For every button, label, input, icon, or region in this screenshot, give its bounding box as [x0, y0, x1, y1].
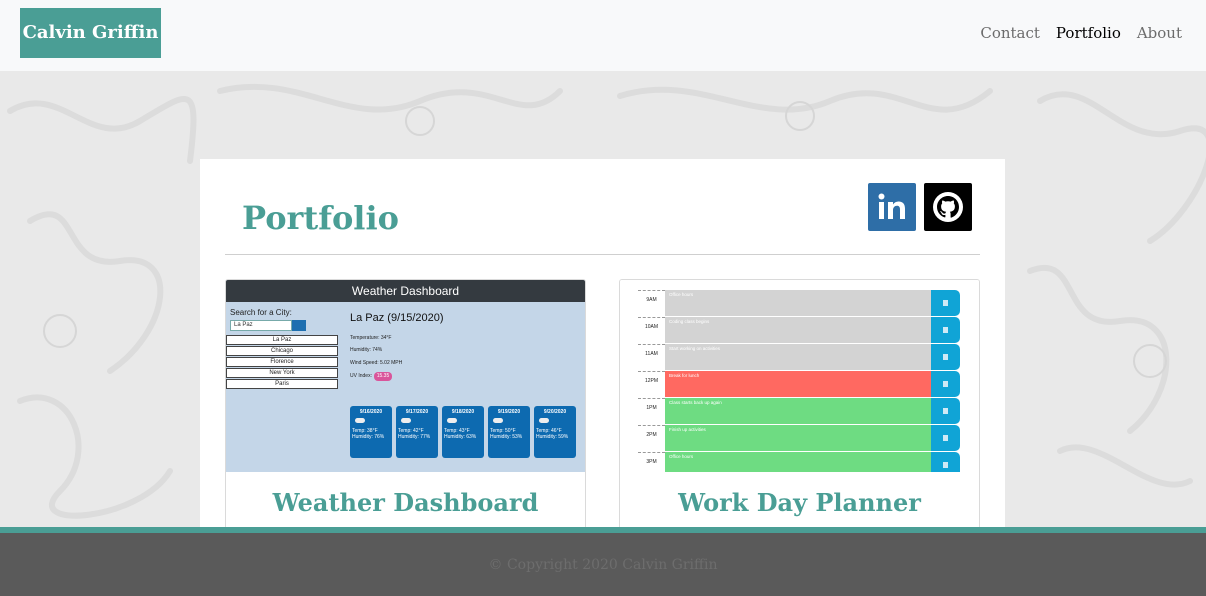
weather-dashboard-screenshot[interactable]: Weather Dashboard Search for a City: La … — [226, 280, 585, 472]
cloud-icon — [401, 418, 411, 423]
linkedin-button[interactable] — [868, 183, 916, 231]
github-button[interactable] — [924, 183, 972, 231]
thumb-city-item: Chicago — [226, 346, 338, 356]
forecast-humidity: Humidity: 76% — [352, 434, 385, 440]
nav-link-contact[interactable]: Contact — [980, 24, 1040, 42]
thumb-forecast-day: 9/17/2020 Temp: 42°F Humidity: 77% — [396, 406, 438, 458]
save-icon — [931, 452, 960, 472]
thumb-header: Weather Dashboard — [226, 280, 585, 302]
thumb-stat: Temperature: 34°F — [350, 335, 392, 341]
planner-task: Coding class begins — [665, 317, 931, 343]
planner-row: 11AM Start working on activities — [638, 344, 960, 370]
footer: © Copyright 2020 Calvin Griffin — [0, 533, 1206, 596]
planner-task: Finish up activities — [665, 425, 931, 451]
nav-links: Contact Portfolio About — [980, 24, 1182, 42]
planner-task: Start working on activities — [665, 344, 931, 370]
save-icon — [931, 425, 960, 451]
github-icon — [933, 192, 963, 222]
forecast-humidity: Humidity: 77% — [398, 434, 431, 440]
thumb-city-item: New York — [226, 368, 338, 378]
thumb-forecast-day: 9/20/2020 Temp: 46°F Humidity: 59% — [534, 406, 576, 458]
cloud-icon — [447, 418, 457, 423]
thumb-city-item: Paris — [226, 379, 338, 389]
project-title-weather[interactable]: Weather Dashboard — [226, 488, 585, 517]
planner-row: 3PM Office hours — [638, 452, 960, 472]
thumb-uv-badge: 15.35 — [374, 372, 392, 381]
cloud-icon — [355, 418, 365, 423]
forecast-date: 9/19/2020 — [497, 409, 521, 415]
planner-hour: 9AM — [638, 290, 665, 316]
thumb-forecast-day: 9/19/2020 Temp: 50°F Humidity: 53% — [488, 406, 530, 458]
project-title-planner[interactable]: Work Day Planner — [620, 488, 979, 517]
forecast-date: 9/20/2020 — [543, 409, 567, 415]
forecast-date: 9/16/2020 — [359, 409, 383, 415]
forecast-date: 9/17/2020 — [405, 409, 429, 415]
planner-task: Office hours — [665, 452, 931, 472]
nav-link-about[interactable]: About — [1137, 24, 1182, 42]
footer-copyright: © Copyright 2020 Calvin Griffin — [488, 557, 718, 573]
thumb-search-label: Search for a City: — [230, 308, 292, 317]
forecast-humidity: Humidity: 63% — [444, 434, 477, 440]
brand-logo[interactable]: Calvin Griffin — [20, 8, 161, 58]
thumb-forecast-day: 9/16/2020 Temp: 38°F Humidity: 76% — [350, 406, 392, 458]
save-icon — [931, 398, 960, 424]
thumb-search-input: La Paz — [230, 320, 292, 331]
planner-hour: 11AM — [638, 344, 665, 370]
cloud-icon — [539, 418, 549, 423]
thumb-current-city: La Paz (9/15/2020) — [350, 312, 444, 324]
thumb-city-item: La Paz — [226, 335, 338, 345]
forecast-date: 9/18/2020 — [451, 409, 475, 415]
thumb-stat: UV Index: — [350, 373, 372, 379]
thumb-city-item: Florence — [226, 357, 338, 367]
planner-row: 1PM Class starts back up again — [638, 398, 960, 424]
planner-hour: 2PM — [638, 425, 665, 451]
thumb-search-icon — [292, 320, 306, 331]
thumb-forecast-day: 9/18/2020 Temp: 43°F Humidity: 63% — [442, 406, 484, 458]
planner-row: 10AM Coding class begins — [638, 317, 960, 343]
save-icon — [931, 317, 960, 343]
save-icon — [931, 371, 960, 397]
planner-row: 2PM Finish up activities — [638, 425, 960, 451]
planner-task: Class starts back up again — [665, 398, 931, 424]
planner-row: 12PM Break for lunch — [638, 371, 960, 397]
planner-task: Office hours — [665, 290, 931, 316]
linkedin-icon — [878, 193, 905, 219]
portfolio-panel: Portfolio Weather Dashboard Search for a… — [200, 159, 1005, 539]
title-divider — [225, 254, 980, 255]
cloud-icon — [493, 418, 503, 423]
forecast-humidity: Humidity: 59% — [536, 434, 569, 440]
forecast-humidity: Humidity: 53% — [490, 434, 523, 440]
nav-link-portfolio[interactable]: Portfolio — [1056, 24, 1121, 42]
navbar: Calvin Griffin Contact Portfolio About — [0, 0, 1206, 71]
save-icon — [931, 344, 960, 370]
planner-task: Break for lunch — [665, 371, 931, 397]
planner-hour: 12PM — [638, 371, 665, 397]
save-icon — [931, 290, 960, 316]
work-day-planner-screenshot[interactable]: 9AM Office hours 10AM Coding class begin… — [620, 280, 979, 472]
planner-hour: 3PM — [638, 452, 665, 472]
thumb-stat: Humidity: 74% — [350, 347, 383, 353]
thumb-stat: Wind Speed: 5.02 MPH — [350, 360, 403, 366]
planner-hour: 10AM — [638, 317, 665, 343]
page-title: Portfolio — [242, 199, 399, 237]
project-card-planner[interactable]: 9AM Office hours 10AM Coding class begin… — [619, 279, 980, 539]
project-card-weather[interactable]: Weather Dashboard Search for a City: La … — [225, 279, 586, 539]
planner-row: 9AM Office hours — [638, 290, 960, 316]
planner-hour: 1PM — [638, 398, 665, 424]
